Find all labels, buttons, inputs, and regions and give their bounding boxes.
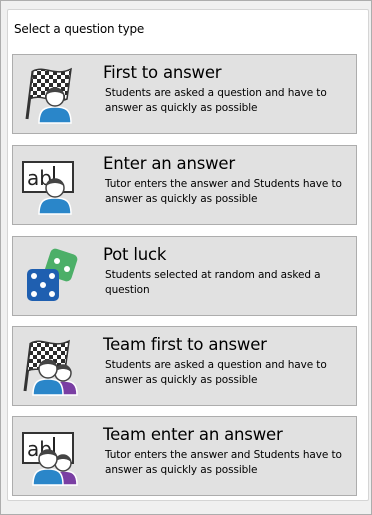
option-title: Pot luck bbox=[103, 245, 167, 264]
option-title: First to answer bbox=[103, 63, 222, 82]
option-pot-luck-button[interactable]: Pot luck Students selected at random and… bbox=[12, 236, 357, 316]
text-box-student-icon: ab bbox=[22, 161, 74, 215]
option-first-to-answer-button[interactable]: First to answer Students are asked a que… bbox=[12, 54, 357, 134]
dice-icon bbox=[27, 248, 78, 301]
option-description: Students are asked a question and have t… bbox=[105, 359, 327, 386]
option-description: Tutor enters the answer and Students hav… bbox=[105, 178, 342, 205]
checkered-flag-student-icon bbox=[25, 67, 72, 124]
text-box-team-icon: ab bbox=[22, 432, 78, 486]
option-enter-an-answer-button[interactable]: ab Enter an answer Tutor enters the answ… bbox=[12, 145, 357, 225]
question-type-dialog: Select a question type First to answer S… bbox=[0, 0, 372, 515]
option-title: Enter an answer bbox=[103, 154, 235, 173]
group-title: Select a question type bbox=[14, 22, 145, 36]
option-title: Team first to answer bbox=[103, 335, 267, 354]
option-description: Tutor enters the answer and Students hav… bbox=[105, 449, 342, 476]
option-description: Students are asked a question and have t… bbox=[105, 87, 327, 114]
checkered-flag-team-icon bbox=[23, 339, 78, 396]
option-team-first-to-answer-button[interactable]: Team first to answer Students are asked … bbox=[12, 326, 357, 406]
option-title: Team enter an answer bbox=[103, 425, 283, 444]
option-description: Students selected at random and asked a … bbox=[105, 269, 321, 296]
option-team-enter-an-answer-button[interactable]: ab Team enter an answer Tutor enters the… bbox=[12, 416, 357, 496]
